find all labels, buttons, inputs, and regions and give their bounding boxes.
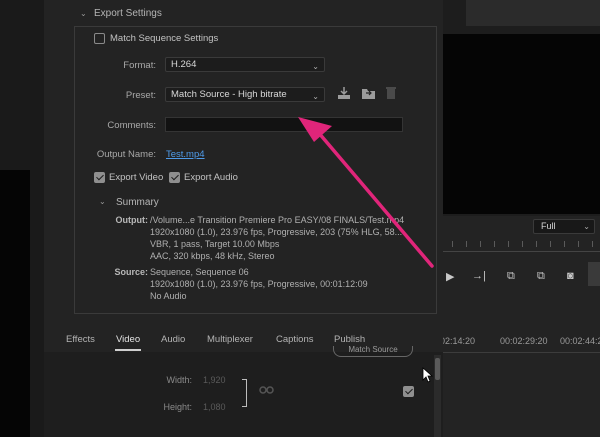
chevron-down-icon: ⌄ — [312, 92, 319, 101]
timeline-tracks — [440, 352, 600, 373]
summary-output-line: AAC, 320 kbps, 48 kHz, Stereo — [150, 251, 275, 261]
tab-effects[interactable]: Effects — [66, 334, 95, 345]
import-preset-icon[interactable] — [361, 86, 376, 103]
step-forward-icon[interactable]: →| — [472, 270, 486, 282]
output-name-link[interactable]: Test.mp4 — [166, 149, 205, 160]
preset-label: Preset: — [125, 90, 156, 101]
tab-publish[interactable]: Publish — [334, 334, 365, 345]
match-source-button[interactable]: Match Source — [333, 346, 413, 357]
summary-title: Summary — [116, 197, 159, 208]
summary-source-line: No Audio — [150, 291, 187, 301]
summary-output-line: /Volume...e Transition Premiere Pro EASY… — [150, 215, 405, 225]
summary-output-label: Output: — [115, 215, 148, 225]
height-label: Height: — [163, 402, 192, 412]
format-label: Format: — [123, 60, 156, 71]
tab-video[interactable]: Video — [116, 334, 140, 345]
match-sequence-label: Match Sequence Settings — [110, 33, 219, 44]
playback-controls: ▶ →| ⧉ ⧉ ◙ — [432, 264, 600, 292]
chevron-down-icon[interactable]: ⌄ — [80, 9, 87, 18]
program-monitor-view — [443, 34, 600, 214]
monitor-header — [466, 0, 600, 26]
zoom-select[interactable]: Full ⌄ — [533, 219, 595, 234]
source-monitor-view — [0, 170, 30, 437]
output-name-label: Output Name: — [96, 149, 156, 160]
summary-output-line: 1920x1080 (1.0), 23.976 fps, Progressive… — [150, 227, 403, 237]
export-video-label: Export Video — [109, 172, 164, 183]
summary-source-line: Sequence, Sequence 06 — [150, 267, 249, 277]
insert-icon[interactable]: ⧉ — [507, 270, 515, 283]
height-value[interactable]: 1,080 — [203, 402, 226, 412]
mouse-cursor-icon — [422, 367, 434, 386]
delete-preset-icon[interactable] — [385, 86, 397, 103]
timeline-timecodes: 02:14:20 00:02:29:20 00:02:44:20 — [440, 336, 600, 346]
play-icon[interactable]: ▶ — [446, 270, 454, 283]
tab-audio[interactable]: Audio — [161, 334, 185, 345]
width-label: Width: — [166, 375, 192, 385]
tab-multiplexer[interactable]: Multiplexer — [207, 334, 253, 345]
match-sequence-checkbox[interactable] — [94, 33, 105, 44]
panel-edge — [588, 262, 600, 286]
format-dropdown[interactable]: H.264 ⌄ — [165, 57, 325, 72]
preset-dropdown[interactable]: Match Source - High bitrate ⌄ — [165, 87, 325, 102]
save-preset-icon[interactable] — [337, 86, 351, 103]
scrollbar-thumb[interactable] — [435, 358, 440, 380]
summary-source-line: 1920x1080 (1.0), 23.976 fps, Progressive… — [150, 279, 368, 289]
export-settings-title: Export Settings — [94, 8, 162, 19]
chevron-down-icon[interactable]: ⌄ — [99, 197, 106, 206]
aspect-bracket — [242, 379, 247, 407]
summary-output-line: VBR, 1 pass, Target 10.00 Mbps — [150, 239, 280, 249]
active-tab-indicator — [115, 349, 141, 351]
tab-captions[interactable]: Captions — [276, 334, 314, 345]
link-icon[interactable] — [259, 385, 274, 398]
export-audio-label: Export Audio — [184, 172, 238, 183]
camera-icon[interactable]: ◙ — [567, 270, 574, 282]
export-video-checkbox[interactable] — [94, 172, 105, 183]
chevron-down-icon: ⌄ — [583, 222, 590, 231]
overwrite-icon[interactable]: ⧉ — [537, 270, 545, 283]
width-value[interactable]: 1,920 — [203, 375, 226, 385]
comments-field[interactable] — [165, 117, 403, 132]
summary-source-label: Source: — [114, 267, 148, 277]
chevron-down-icon: ⌄ — [312, 62, 319, 71]
resolution-checkbox[interactable] — [403, 386, 414, 397]
comments-label: Comments: — [107, 120, 156, 131]
export-audio-checkbox[interactable] — [169, 172, 180, 183]
monitor-ruler — [440, 241, 600, 252]
